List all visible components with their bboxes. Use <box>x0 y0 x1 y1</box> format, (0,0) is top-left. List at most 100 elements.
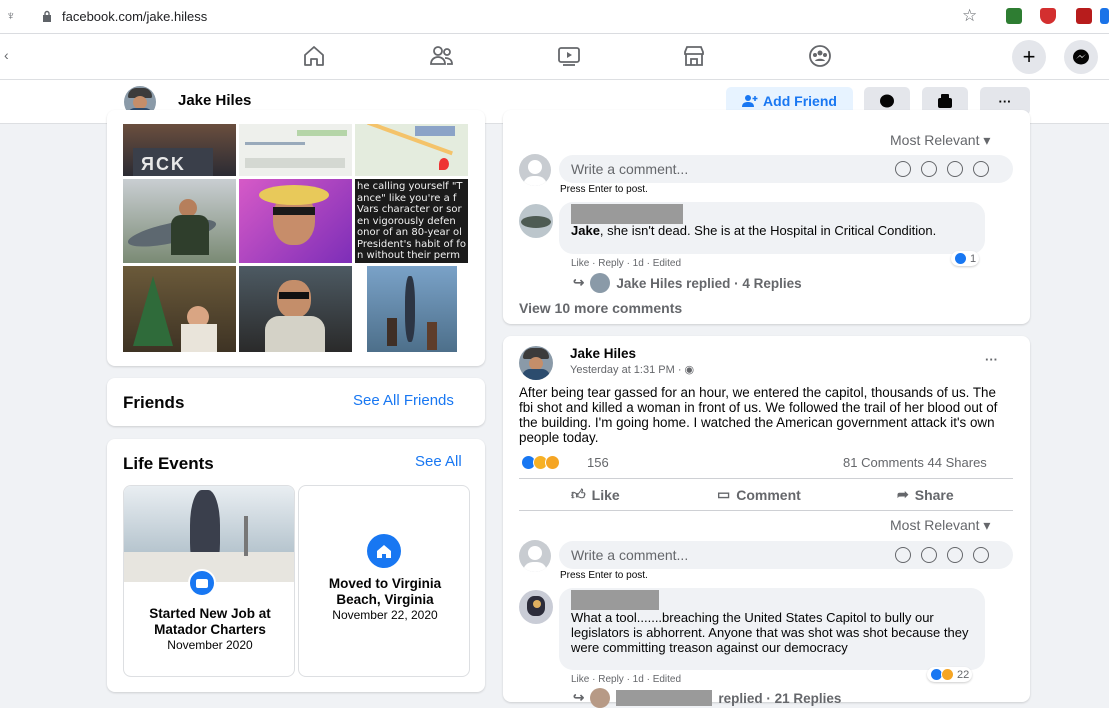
friends-icon[interactable] <box>428 42 456 70</box>
watch-icon[interactable] <box>555 42 583 70</box>
post-options-button[interactable]: ··· <box>985 352 998 367</box>
share-label: Share <box>914 486 954 503</box>
share-button[interactable]: ➦ Share <box>897 486 954 503</box>
marketplace-icon[interactable] <box>680 42 708 70</box>
photo-thumbnail[interactable]: ЯCK <box>123 124 236 176</box>
viewer-avatar <box>519 154 551 186</box>
add-friend-label: Add Friend <box>763 93 837 109</box>
redacted-name <box>616 690 713 706</box>
lock-icon <box>43 10 51 22</box>
thumbs-up-icon: 👍︎ <box>571 486 586 502</box>
extension-icon[interactable]: ♆ <box>6 8 16 23</box>
replied-text: replied · 21 Replies <box>718 690 842 706</box>
overlay-line: Vars character or sor <box>357 204 462 215</box>
comment-icon: ▭ <box>717 486 731 502</box>
comment-reactions[interactable]: 22 <box>927 667 973 682</box>
messenger-icon <box>1073 49 1089 65</box>
back-arrow-icon[interactable]: ‹ <box>4 47 9 63</box>
comment-reaction-count: 1 <box>970 252 977 265</box>
overlay-line: n without their perm <box>357 250 460 261</box>
photo-thumbnail[interactable] <box>239 266 352 352</box>
comment-reaction-count: 22 <box>957 668 970 681</box>
photo-thumbnail[interactable] <box>239 179 352 263</box>
sticker-icon <box>973 161 989 177</box>
reaction-count[interactable]: 156 <box>587 455 609 470</box>
see-all-friends-link[interactable]: See All Friends <box>353 392 454 409</box>
groups-icon[interactable] <box>806 42 834 70</box>
messenger-button[interactable] <box>1064 40 1098 74</box>
redacted-name <box>571 590 659 610</box>
comment-input-icons[interactable] <box>895 161 989 177</box>
reply-arrow-icon: ↪ <box>573 690 585 705</box>
friends-card: Friends See All Friends <box>107 378 485 426</box>
viewer-avatar <box>519 540 551 572</box>
commenter-avatar[interactable] <box>519 590 553 624</box>
profile-name[interactable]: Jake Hiles <box>178 92 251 109</box>
photos-card: ЯCK he calling yourself "T ance" like yo… <box>107 110 485 366</box>
life-event-photo <box>124 486 294 582</box>
photo-thumbnail[interactable] <box>355 124 468 176</box>
follow-icon <box>938 94 952 108</box>
most-relevant-label: Most Relevant <box>890 132 980 148</box>
view-replies-link[interactable]: ↪ Jake Hiles replied · 4 Replies <box>573 273 802 293</box>
photo-thumbnail[interactable] <box>123 266 236 352</box>
see-all-life-events-link[interactable]: See All <box>415 453 462 470</box>
photo-thumbnail[interactable] <box>123 179 236 263</box>
like-reaction-icon <box>954 252 967 265</box>
briefcase-icon <box>188 569 216 597</box>
post-author-avatar[interactable] <box>519 346 553 380</box>
commenter-avatar[interactable] <box>519 204 553 238</box>
overlay-line: President's habit of fo <box>357 238 466 250</box>
press-enter-hint: Press Enter to post. <box>560 570 648 581</box>
comment-button[interactable]: ▭ Comment <box>717 486 801 503</box>
life-event-job[interactable]: Started New Job at Matador Charters Nove… <box>123 485 295 677</box>
camera-icon <box>921 547 937 563</box>
life-event-date: November 22, 2020 <box>332 608 438 622</box>
home-icon[interactable] <box>300 42 328 70</box>
comment-actions[interactable]: Like · Reply · 1d · Edited <box>571 258 681 269</box>
comment-reactions[interactable]: 1 <box>951 251 980 266</box>
post-card: Jake Hiles Yesterday at 1:31 PM · ◉ ··· … <box>503 336 1030 708</box>
view-replies-link[interactable]: ↪ replied · 21 Replies <box>573 688 841 708</box>
post-timestamp[interactable]: Yesterday at 1:31 PM · ◉ <box>570 363 694 376</box>
press-enter-hint: Press Enter to post. <box>560 184 648 195</box>
friends-title: Friends <box>123 393 185 412</box>
mention[interactable]: Jake <box>571 223 600 238</box>
most-relevant-label: Most Relevant <box>890 517 980 533</box>
bookmark-star-icon[interactable]: ☆ <box>962 6 977 26</box>
overlay-line: he calling yourself "T <box>357 181 463 192</box>
view-more-comments-link[interactable]: View 10 more comments <box>519 300 682 316</box>
post-body: After being tear gassed for an hour, we … <box>519 385 998 445</box>
post-author-name[interactable]: Jake Hiles <box>570 346 636 361</box>
most-relevant-dropdown[interactable]: Most Relevant ▾ <box>890 132 990 149</box>
overlay-line: onor of an 80-year ol <box>357 227 462 238</box>
most-relevant-dropdown[interactable]: Most Relevant ▾ <box>890 517 990 534</box>
redacted-name <box>571 204 683 224</box>
life-event-title: Moved to Virginia Beach, Virginia <box>328 576 442 607</box>
extension-icon[interactable] <box>1100 8 1109 24</box>
shield-extension-icon[interactable] <box>1040 8 1056 24</box>
reply-arrow-icon: ↪ <box>573 275 585 290</box>
life-event-date: November 2020 <box>167 638 253 652</box>
reaction-icons[interactable] <box>521 455 569 471</box>
extension-icon[interactable] <box>1076 8 1092 24</box>
globe-icon: ◉ <box>684 364 695 376</box>
like-button[interactable]: 👍︎ Like <box>571 486 620 503</box>
messenger-icon <box>880 94 894 108</box>
photo-thumbnail[interactable] <box>367 266 457 352</box>
extension-icon[interactable] <box>1006 8 1022 24</box>
comment-actions[interactable]: Like · Reply · 1d · Edited <box>571 674 681 685</box>
comment-input-icons[interactable] <box>895 547 989 563</box>
haha-reaction-icon <box>941 668 954 681</box>
comment-text: , she isn't dead. She is at the Hospital… <box>599 223 937 238</box>
life-event-moved[interactable]: Moved to Virginia Beach, Virginia Novemb… <box>298 485 470 677</box>
emoji-icon <box>895 161 911 177</box>
url-text[interactable]: facebook.com/jake.hiless <box>62 9 207 24</box>
comments-shares-count[interactable]: 81 Comments 44 Shares <box>843 455 987 470</box>
photo-thumbnail-text[interactable]: he calling yourself "T ance" like you're… <box>355 179 468 263</box>
sticker-icon <box>973 547 989 563</box>
gif-icon <box>947 547 963 563</box>
home-icon <box>367 534 401 568</box>
create-button[interactable]: + <box>1012 40 1046 74</box>
photo-thumbnail[interactable] <box>239 124 352 176</box>
